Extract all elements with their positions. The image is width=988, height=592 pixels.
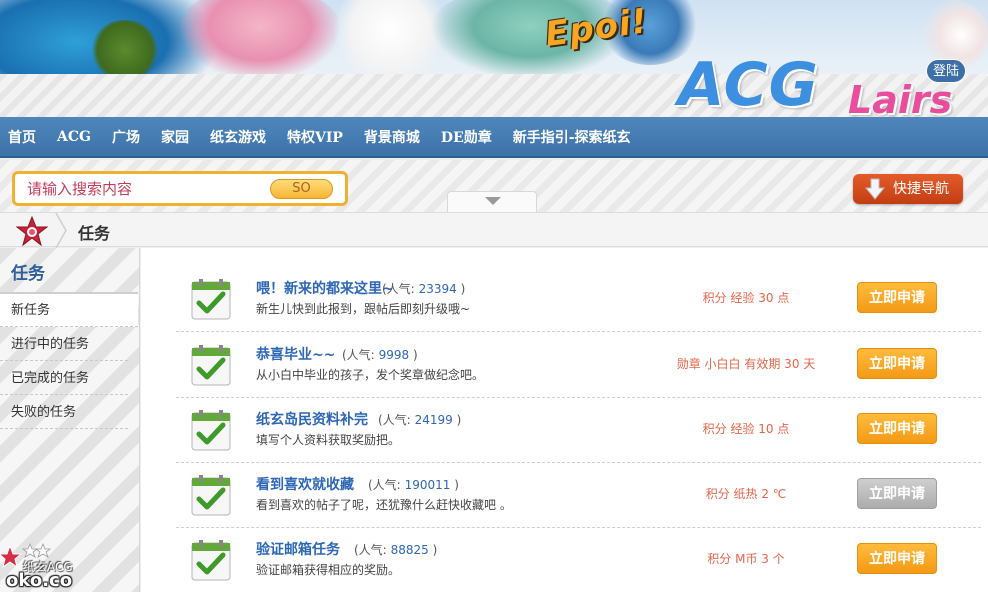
nav-item-games[interactable]: 纸玄游戏: [210, 127, 266, 147]
task-list: 喂！新来的都来这里~ (人气: 23394 ) 新生儿快到此报到，跟帖后即刻升级…: [141, 248, 988, 592]
search-box: SO: [12, 171, 348, 206]
banner-artwork: [90, 20, 160, 80]
task-reward: 积分 经验 10 点: [702, 422, 790, 436]
task-reward: 勋章 小白白 有效期 30 天: [676, 357, 816, 371]
nav-item-home[interactable]: 首页: [8, 127, 36, 147]
task-reward: 积分 M币 3 个: [707, 552, 785, 566]
apply-button[interactable]: 立即申请: [857, 543, 937, 574]
task-title[interactable]: 恭喜毕业~~: [256, 344, 335, 364]
sidebar-item-completed[interactable]: 已完成的任务: [0, 362, 128, 395]
popularity-value: 23394: [418, 282, 457, 296]
popularity-close: ): [454, 478, 459, 492]
task-popularity: (人气: 88825 ): [354, 541, 437, 558]
popularity-label: (人气:: [382, 282, 415, 296]
quick-nav-button[interactable]: 快捷导航: [853, 174, 963, 204]
apply-button[interactable]: 立即申请: [857, 413, 937, 444]
popularity-label: (人气:: [354, 543, 387, 557]
task-popularity: (人气: 190011 ): [368, 476, 459, 493]
popularity-close: ): [432, 543, 438, 557]
sidebar-item-in-progress[interactable]: 进行中的任务: [0, 328, 128, 361]
search-input[interactable]: [27, 178, 267, 200]
nav-item-acg[interactable]: ACG: [57, 129, 91, 145]
main-nav: 首页 ACG 广场 家园 纸玄游戏 特权VIP 背景商城 DE勋章 新手指引-探…: [0, 117, 988, 158]
apply-button-disabled[interactable]: 立即申请: [857, 478, 937, 509]
sidebar-title: 任务: [11, 264, 45, 284]
task-title[interactable]: 喂！新来的都来这里~: [256, 278, 394, 298]
task-row: 看到喜欢就收藏 (人气: 190011 ) 看到喜欢的帖子了呢，还犹豫什么赶快收…: [176, 463, 981, 528]
banner-artwork: [180, 0, 340, 80]
popularity-label: (人气:: [368, 478, 401, 492]
task-popularity: (人气: 24199 ): [378, 411, 461, 428]
breadcrumb: 任务: [0, 212, 988, 248]
popularity-close: ): [456, 413, 462, 427]
down-arrow-icon: [864, 178, 886, 200]
breadcrumb-separator-icon: [55, 213, 67, 248]
home-star-icon[interactable]: [16, 216, 48, 246]
popularity-value: 88825: [390, 543, 429, 557]
task-checkbox-icon: [191, 345, 231, 386]
popularity-value: 190011: [404, 478, 451, 492]
task-checkbox-icon: [191, 410, 231, 451]
task-checkbox-icon: [191, 279, 231, 320]
task-row: 喂！新来的都来这里~ (人气: 23394 ) 新生儿快到此报到，跟帖后即刻升级…: [176, 267, 981, 332]
collapse-toggle[interactable]: [447, 191, 537, 212]
task-title[interactable]: 看到喜欢就收藏: [256, 474, 354, 494]
task-description: 填写个人资料获取奖励把。: [256, 433, 401, 447]
apply-button[interactable]: 立即申请: [857, 282, 937, 313]
task-popularity: (人气: 9998 ): [342, 346, 418, 363]
task-title[interactable]: 验证邮箱任务: [256, 539, 340, 559]
popularity-label: (人气:: [378, 413, 411, 427]
breadcrumb-current: 任务: [78, 224, 111, 243]
nav-item-square[interactable]: 广场: [112, 127, 140, 147]
nav-item-guide[interactable]: 新手指引-探索纸玄: [513, 127, 631, 147]
header-banner: Epoi! ACG Lairs 登陆: [0, 0, 988, 117]
task-title[interactable]: 纸玄岛民资料补完: [256, 409, 368, 429]
banner-stripes: [0, 74, 988, 117]
task-reward: 积分 纸热 2 ℃: [705, 487, 787, 501]
popularity-value: 24199: [414, 413, 453, 427]
task-reward: 积分 经验 30 点: [702, 291, 790, 305]
login-button[interactable]: 登陆: [926, 59, 966, 83]
site-logo[interactable]: ACG: [678, 50, 819, 117]
task-checkbox-icon: [191, 475, 231, 516]
task-row: 恭喜毕业~~ (人气: 9998 ) 从小白中毕业的孩子，发个奖章做纪念吧。 勋…: [176, 333, 981, 398]
task-description: 看到喜欢的帖子了呢，还犹豫什么赶快收藏吧 。: [256, 498, 512, 512]
nav-item-shop[interactable]: 背景商城: [364, 127, 420, 147]
chevron-down-icon: [485, 197, 501, 205]
task-description: 从小白中毕业的孩子，发个奖章做纪念吧。: [256, 368, 485, 382]
nav-item-home-space[interactable]: 家园: [161, 127, 189, 147]
popularity-close: ): [460, 282, 466, 296]
popularity-label: (人气:: [342, 348, 375, 362]
task-row: 验证邮箱任务 (人气: 88825 ) 验证邮箱获得相应的奖励。 积分 M币 3…: [176, 528, 981, 592]
sidebar-item-new-tasks[interactable]: 新任务: [0, 294, 138, 327]
task-popularity: (人气: 23394 ): [382, 280, 465, 297]
quick-nav-label: 快捷导航: [893, 181, 949, 197]
apply-button[interactable]: 立即申请: [857, 348, 937, 379]
task-checkbox-icon: [191, 540, 231, 581]
nav-item-vip[interactable]: 特权VIP: [287, 127, 343, 147]
watermark-domain: oko.co: [6, 570, 73, 591]
task-description: 新生儿快到此报到，跟帖后即刻升级哦~: [256, 302, 471, 316]
nav-item-medals[interactable]: DE勋章: [441, 127, 492, 147]
sidebar: 任务 新任务 进行中的任务 已完成的任务 失败的任务: [0, 248, 140, 592]
task-description: 验证邮箱获得相应的奖励。: [256, 563, 401, 577]
search-button[interactable]: SO: [270, 179, 333, 199]
popularity-close: ): [412, 348, 418, 362]
popularity-value: 9998: [378, 348, 410, 362]
task-row: 纸玄岛民资料补完 (人气: 24199 ) 填写个人资料获取奖励把。 积分 经验…: [176, 398, 981, 463]
site-logo-sub[interactable]: Lairs: [848, 78, 952, 117]
sidebar-item-failed[interactable]: 失败的任务: [0, 396, 128, 429]
